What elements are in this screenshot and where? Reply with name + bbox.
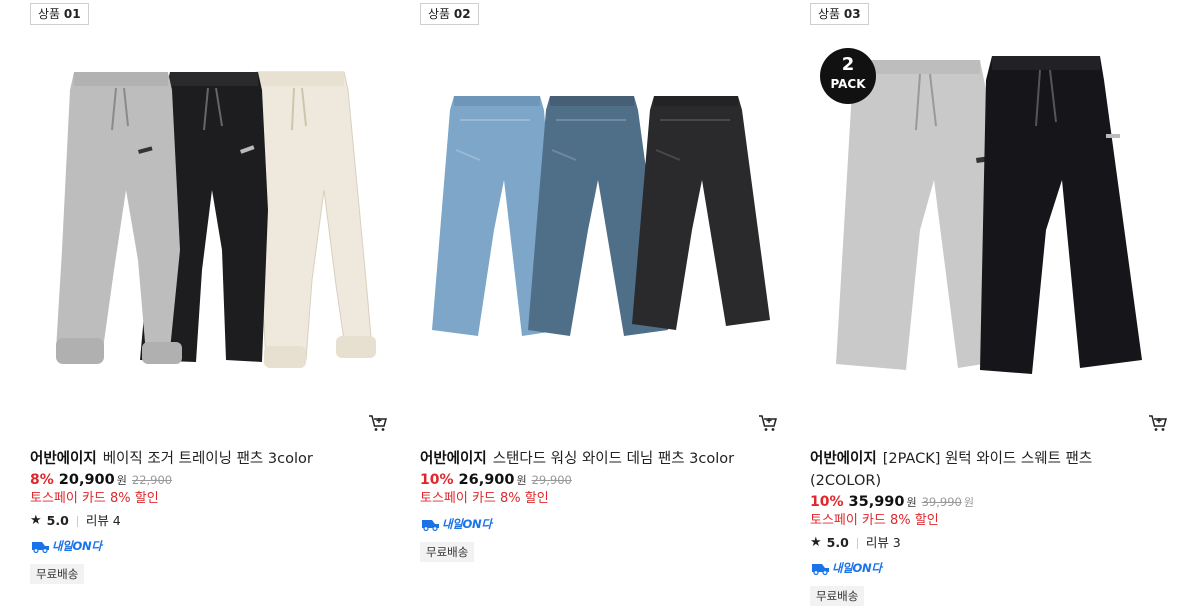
cart-icon[interactable] bbox=[758, 414, 778, 432]
product-image[interactable]: 2 PACK bbox=[810, 30, 1172, 400]
product-name[interactable]: 어반에이지 스탠다드 워싱 와이드 데님 팬츠 3color bbox=[420, 448, 760, 470]
price-row: 8% 20,900 원 22,900 bbox=[30, 472, 173, 488]
svg-text:2: 2 bbox=[842, 54, 855, 75]
rating-row: ★ 5.0 리뷰 4 bbox=[30, 512, 121, 530]
sale-price: 26,900 bbox=[458, 472, 515, 488]
original-price: 29,900 bbox=[531, 473, 572, 487]
sale-price: 20,900 bbox=[58, 472, 115, 488]
discount-rate: 10% bbox=[420, 472, 454, 488]
product-name[interactable]: 어반에이지 [2PACK] 원턱 와이드 스웨트 팬츠 (2COLOR) bbox=[810, 448, 1150, 492]
review-count: 리뷰 4 bbox=[85, 513, 121, 528]
product-image[interactable] bbox=[30, 30, 392, 400]
tomorrow-delivery-badge: 내일ON다 bbox=[810, 560, 882, 576]
product-name[interactable]: 어반에이지 베이직 조거 트레이닝 팬츠 3color bbox=[30, 448, 370, 470]
delivery-truck-icon bbox=[32, 542, 49, 553]
discount-rate: 8% bbox=[30, 472, 54, 488]
rank-tag: 상품 01 bbox=[30, 3, 89, 25]
pants-grey bbox=[56, 72, 182, 364]
discount-rate: 10% bbox=[810, 494, 844, 510]
price-row: 10% 35,990 원 39,990 원 bbox=[810, 494, 974, 510]
free-shipping-tag: 무료배송 bbox=[30, 564, 85, 584]
free-shipping-tag: 무료배송 bbox=[810, 586, 865, 606]
sweatpants-black bbox=[980, 56, 1142, 374]
rating-score: 5.0 bbox=[46, 513, 69, 528]
rank-tag: 상품 03 bbox=[810, 3, 869, 25]
pack-badge: 2 PACK bbox=[820, 48, 876, 104]
price-row: 10% 26,900 원 29,900 bbox=[420, 472, 572, 488]
rating-row: ★ 5.0 리뷰 3 bbox=[810, 534, 901, 552]
star-icon: ★ bbox=[30, 513, 42, 528]
delivery-truck-icon bbox=[812, 564, 829, 575]
review-count: 리뷰 3 bbox=[865, 535, 901, 550]
sale-price: 35,990 bbox=[848, 494, 905, 510]
cart-icon[interactable] bbox=[368, 414, 388, 432]
free-shipping-tag: 무료배송 bbox=[420, 542, 475, 562]
tomorrow-delivery-badge: 내일ON다 bbox=[30, 538, 102, 554]
product-title[interactable]: 베이직 조거 트레이닝 팬츠 3color bbox=[103, 451, 313, 467]
delivery-truck-icon bbox=[422, 520, 439, 531]
product-grid: 상품 01 어반에이지 베이직 조거 트레이닝 팬츠 3color 8% 20,… bbox=[0, 0, 1188, 606]
brand-name[interactable]: 어반에이지 bbox=[420, 451, 487, 467]
product-card[interactable]: 상품 03 2 PACK 어반에이지 [2PACK] 원턱 와이드 스웨트 팬츠… bbox=[810, 0, 1172, 606]
product-card[interactable]: 상품 01 어반에이지 베이직 조거 트레이닝 팬츠 3color 8% 20,… bbox=[30, 0, 392, 602]
original-price: 39,990 bbox=[921, 495, 962, 509]
product-image[interactable] bbox=[420, 30, 782, 400]
cart-icon[interactable] bbox=[1148, 414, 1168, 432]
jeans-black bbox=[632, 96, 770, 330]
product-title[interactable]: 스탠다드 워싱 와이드 데님 팬츠 3color bbox=[493, 451, 734, 467]
tomorrow-delivery-badge: 내일ON다 bbox=[420, 516, 492, 532]
star-icon: ★ bbox=[810, 535, 822, 550]
original-price: 22,900 bbox=[131, 473, 173, 487]
product-card[interactable]: 상품 02 어반에이지 스탠다드 워싱 와이드 데님 팬츠 3color 10%… bbox=[420, 0, 782, 602]
brand-name[interactable]: 어반에이지 bbox=[810, 451, 877, 467]
promo-text: 토스페이 카드 8% 할인 bbox=[810, 513, 939, 528]
promo-text: 토스페이 카드 8% 할인 bbox=[420, 491, 549, 506]
pants-beige bbox=[255, 71, 376, 368]
rank-tag: 상품 02 bbox=[420, 3, 479, 25]
rating-score: 5.0 bbox=[826, 535, 849, 550]
svg-text:PACK: PACK bbox=[830, 77, 866, 91]
promo-text: 토스페이 카드 8% 할인 bbox=[30, 491, 159, 506]
brand-name[interactable]: 어반에이지 bbox=[30, 451, 97, 467]
